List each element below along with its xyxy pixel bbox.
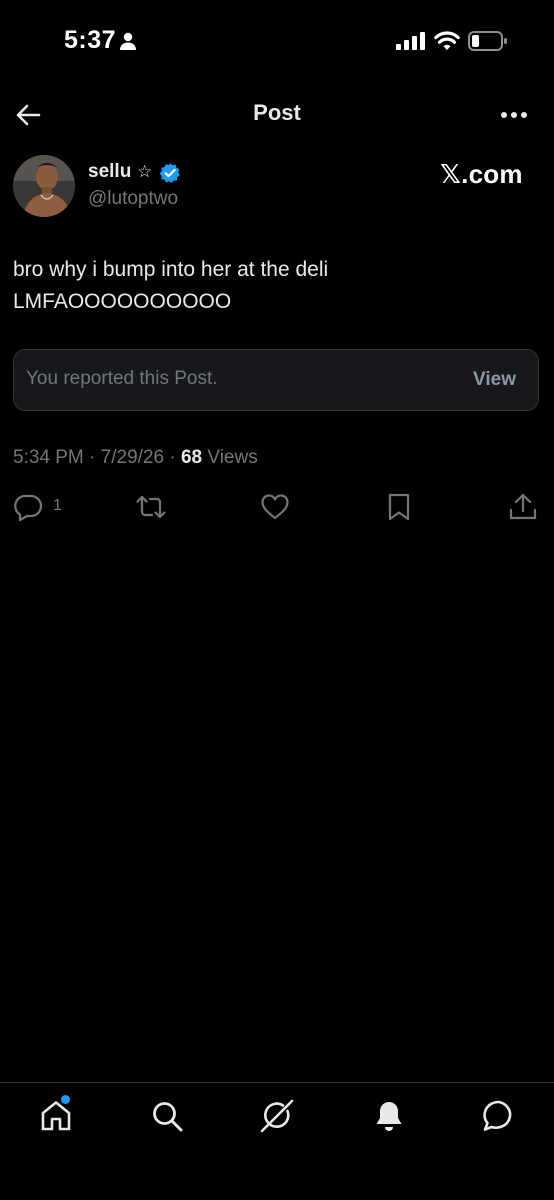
reply-icon[interactable] — [13, 492, 43, 522]
like-icon[interactable] — [260, 492, 290, 522]
verified-badge-icon — [159, 163, 180, 183]
report-message: You reported this Post. — [26, 368, 218, 389]
battery-icon — [468, 31, 507, 51]
star-icon: ☆ — [137, 162, 153, 181]
notifications-icon[interactable] — [371, 1098, 407, 1134]
post-time: 5:34 PM — [13, 447, 84, 468]
messages-icon[interactable] — [481, 1098, 517, 1134]
display-name[interactable]: sellu — [88, 161, 131, 183]
meta-separator: · — [169, 447, 176, 468]
post-text: bro why i bump into her at the deli LMFA… — [13, 258, 329, 313]
grok-icon[interactable] — [259, 1098, 295, 1134]
page-title: Post — [253, 100, 301, 125]
report-notice: You reported this Post. View — [13, 349, 539, 411]
search-icon[interactable] — [149, 1098, 185, 1134]
person-icon — [120, 32, 136, 50]
avatar[interactable] — [13, 155, 75, 217]
share-icon[interactable] — [508, 492, 538, 522]
reply-count: 1 — [53, 497, 62, 514]
views-label[interactable]: Views — [207, 447, 257, 468]
signal-icon — [396, 32, 425, 50]
bottom-nav-divider — [0, 1082, 554, 1083]
post-meta: 5:34 PM · 7/29/26 · 68 Views — [13, 447, 258, 469]
user-handle[interactable]: @lutoptwo — [88, 188, 178, 210]
views-count[interactable]: 68 — [181, 447, 202, 468]
view-button[interactable]: View — [473, 369, 516, 391]
home-icon[interactable] — [38, 1098, 74, 1134]
bookmark-icon[interactable] — [384, 492, 414, 522]
wifi-icon — [434, 31, 460, 50]
more-options-icon[interactable] — [498, 103, 530, 127]
repost-icon[interactable] — [136, 492, 166, 522]
x-watermark: 𝕏.com — [440, 159, 523, 189]
post-date: 7/29/26 — [100, 447, 165, 468]
home-notification-dot — [61, 1095, 70, 1104]
meta-separator: · — [89, 447, 96, 468]
status-time: 5:37 — [64, 26, 117, 54]
